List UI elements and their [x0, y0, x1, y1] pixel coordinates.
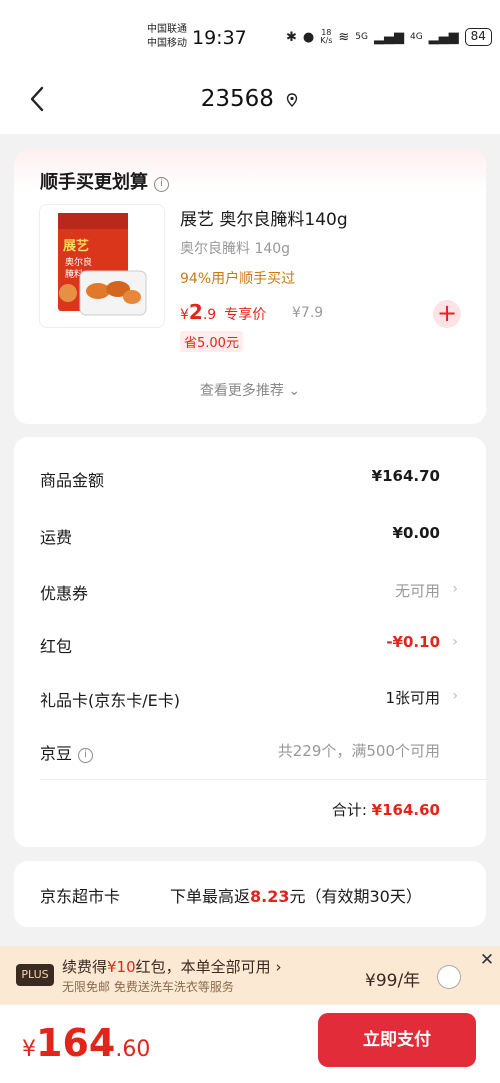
plus-main-after: 红包，本单全部可用: [135, 958, 271, 976]
save-badge: 省5.00元: [180, 331, 243, 352]
bluetooth-icon: ✱: [286, 29, 297, 45]
summary-row-shipping: 运费 ¥0.00: [40, 524, 440, 548]
supermarket-card-text: 下单最高返8.23元（有效期30天）: [170, 883, 422, 907]
summary-total: 合计: ¥164.60: [332, 799, 440, 820]
product-name[interactable]: 展艺 奥尔良腌料140g: [180, 205, 348, 230]
status-icons: ✱ ● 18 K/s ≋ 5G ▂▄▆ 4G ▂▄▆ 84: [286, 28, 492, 46]
original-price: ¥7.9: [292, 305, 324, 321]
summary-label: 红包: [40, 637, 73, 656]
product-spec: 奥尔良腌料 140g: [180, 241, 291, 257]
product-image[interactable]: 展艺 奥尔良 腌料: [39, 204, 165, 328]
supermarket-card-row[interactable]: 京东超市卡 下单最高返8.23元（有效期30天）: [14, 861, 486, 927]
more-recommendations-label: 查看更多推荐: [199, 383, 284, 399]
chevron-right-icon: ›: [452, 581, 458, 597]
plus-badge: PLUS: [16, 964, 54, 986]
price-symbol: ¥: [180, 307, 189, 323]
divider: [40, 779, 486, 780]
summary-value: -¥0.10: [386, 633, 440, 651]
summary-row-goods: 商品金额 ¥164.70: [40, 467, 440, 491]
plus-sub-text: 无限免邮 免费送洗车洗衣等服务: [62, 980, 234, 994]
summary-label: 商品金额: [40, 471, 105, 490]
page-title[interactable]: 23568: [0, 86, 500, 112]
location-icon: ●: [302, 29, 315, 45]
price-int: 2: [188, 300, 203, 324]
pay-currency: ¥: [22, 1037, 36, 1062]
net-speed-unit: K/s: [320, 36, 333, 45]
plus-price: ¥99/年: [365, 971, 421, 991]
product-price: ¥2.9 专享价: [180, 300, 266, 324]
upsell-card: 顺手买更划算 i 展艺 奥尔良 腌料 展艺 奥尔良腌料140g 奥尔良腌料 140…: [14, 150, 486, 424]
location-pin-icon: [287, 92, 298, 107]
signal-1-label: 5G: [355, 32, 368, 42]
add-to-cart-button[interactable]: +: [433, 300, 461, 328]
pay-now-button[interactable]: 立即支付: [318, 1013, 476, 1067]
summary-row-coupon[interactable]: 优惠券 无可用 ›: [40, 580, 458, 604]
summary-value: 1张可用: [385, 689, 440, 707]
total-value: ¥164.60: [371, 801, 440, 819]
carrier-1: 中国联通: [147, 24, 187, 35]
status-bar: 中国联通 中国移动 19:37 ✱ ● 18 K/s ≋ 5G ▂▄▆ 4G ▂…: [0, 0, 500, 70]
info-icon[interactable]: i: [154, 177, 169, 192]
close-icon[interactable]: ✕: [474, 946, 500, 974]
nav-bar: 23568: [0, 70, 500, 134]
chevron-right-icon: ›: [452, 634, 458, 650]
product-hint: 94%用户顺手买过: [180, 271, 296, 287]
summary-row-gift-card[interactable]: 礼品卡(京东卡/E卡) 1张可用 ›: [40, 687, 458, 711]
pay-total-int: 164: [36, 1021, 116, 1065]
summary-value: ¥0.00: [392, 524, 440, 542]
pay-total-dec: .60: [115, 1037, 151, 1062]
summary-value: ¥164.70: [371, 467, 440, 485]
carrier-2: 中国移动: [147, 38, 187, 49]
wifi-icon: ≋: [338, 29, 350, 45]
upsell-title-text: 顺手买更划算: [40, 172, 148, 193]
signal-2-icon: ▂▄▆: [428, 29, 459, 45]
bottom-pay-bar: ¥164.60 立即支付: [0, 1005, 500, 1083]
upsell-title: 顺手买更划算 i: [40, 168, 169, 194]
summary-row-jingdou: 京豆 i 共229个，满500个可用: [40, 740, 440, 764]
plus-main-amount: ¥10: [107, 958, 136, 976]
chevron-right-icon: ›: [452, 688, 458, 704]
plus-promo-bar[interactable]: PLUS 续费得¥10红包，本单全部可用 › 无限免邮 免费送洗车洗衣等服务 ¥…: [0, 946, 500, 1005]
summary-row-red-packet[interactable]: 红包 -¥0.10 ›: [40, 633, 458, 657]
summary-label: 京豆: [40, 744, 73, 763]
supermarket-text-before: 下单最高返: [170, 887, 251, 906]
package-line-1: 奥尔良: [65, 256, 92, 268]
package-brand: 展艺: [63, 238, 89, 254]
battery-icon: 84: [464, 28, 492, 46]
info-icon[interactable]: i: [78, 748, 94, 763]
price-summary-card: 商品金额 ¥164.70 运费 ¥0.00 优惠券 无可用 › 红包 -¥0.1…: [14, 437, 486, 847]
chevron-down-icon: ⌄: [288, 383, 301, 399]
carrier-labels: 中国联通 中国移动: [147, 23, 187, 51]
more-recommendations-link[interactable]: 查看更多推荐 ⌄: [14, 380, 486, 400]
summary-label: 优惠券: [40, 584, 89, 603]
address-label: 23568: [200, 86, 274, 112]
net-speed: 18 K/s: [320, 29, 332, 45]
supermarket-text-after: 元（有效期30天）: [289, 887, 422, 906]
summary-label: 运费: [40, 528, 73, 547]
pay-total: ¥164.60: [22, 1021, 150, 1065]
price-tag: 专享价: [224, 307, 267, 323]
signal-1-icon: ▂▄▆: [373, 29, 404, 45]
supermarket-card-label: 京东超市卡: [40, 887, 121, 906]
summary-value: 共229个，满500个可用: [277, 742, 440, 760]
summary-label: 礼品卡(京东卡/E卡): [40, 691, 180, 710]
plus-main-text: 续费得¥10红包，本单全部可用 ›: [62, 956, 281, 977]
plus-main-before: 续费得: [62, 958, 108, 976]
product-package-image: 展艺 奥尔良 腌料: [58, 213, 147, 316]
plus-select-radio[interactable]: [437, 965, 461, 989]
total-label: 合计:: [331, 801, 367, 819]
status-time: 19:37: [192, 27, 247, 49]
chevron-right-icon: ›: [270, 958, 282, 976]
summary-label-with-info: 京豆 i: [40, 740, 94, 764]
supermarket-amount: 8.23: [250, 887, 290, 906]
price-dec: .9: [202, 307, 217, 323]
summary-value: 无可用: [394, 582, 440, 600]
signal-2-label: 4G: [409, 32, 423, 42]
